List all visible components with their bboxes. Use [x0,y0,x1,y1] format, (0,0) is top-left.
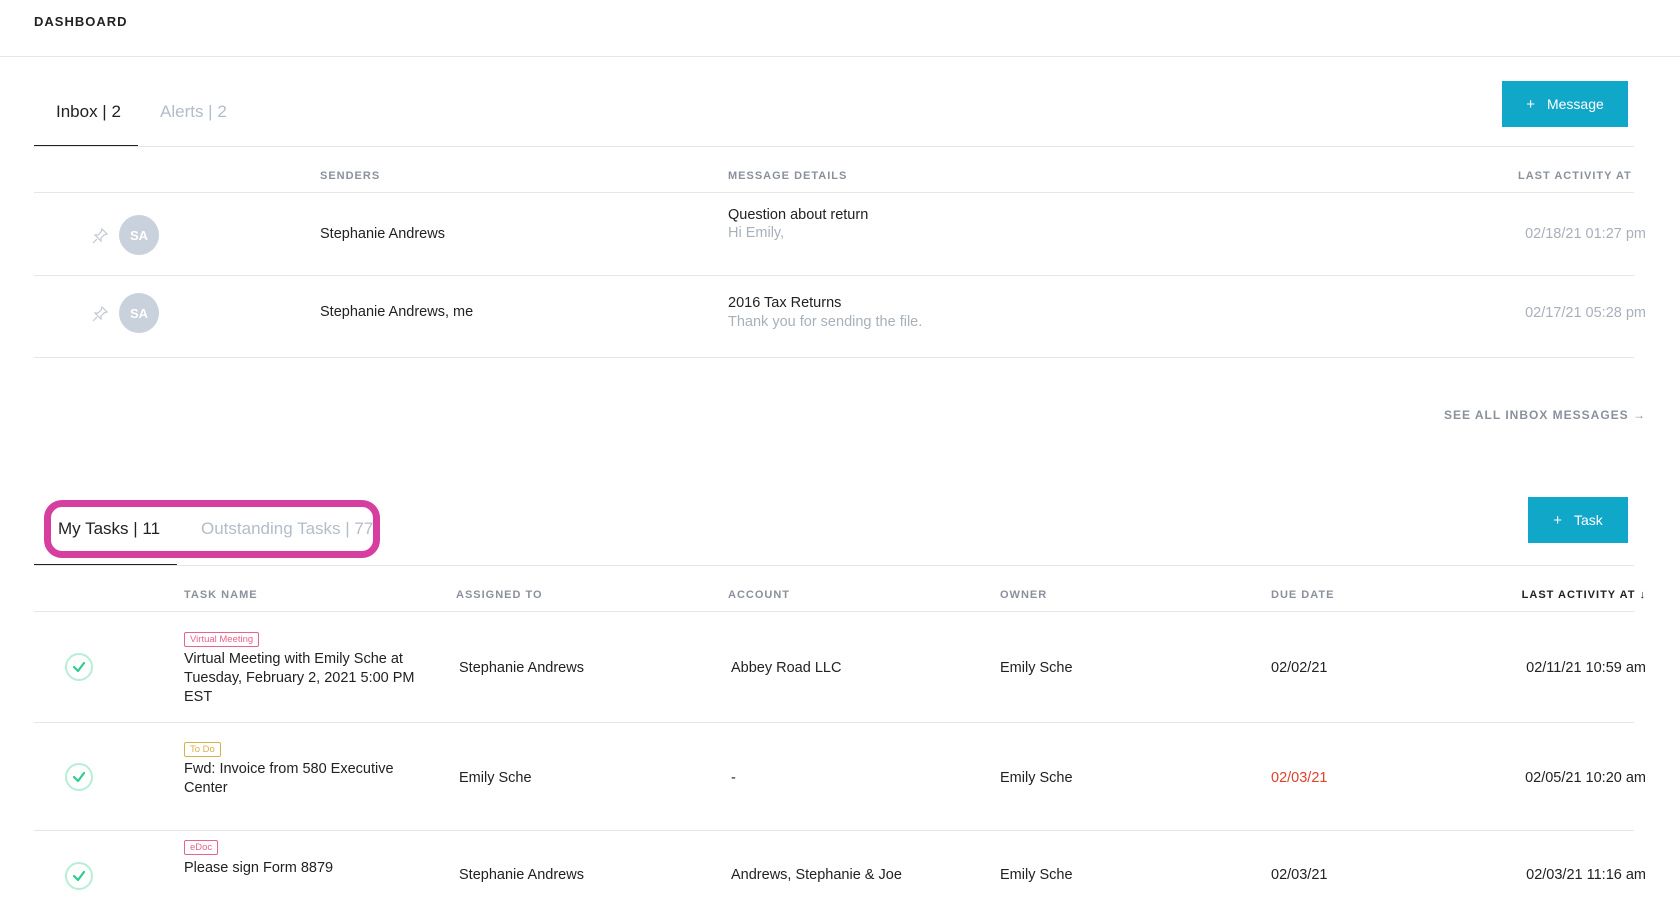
pin-icon[interactable] [92,228,108,244]
col-owner[interactable]: OWNER [1000,589,1047,601]
owner: Emily Sche [1000,867,1073,883]
tab-outstanding-tasks[interactable]: Outstanding Tasks | 77 [201,519,373,539]
due-date-overdue: 02/03/21 [1271,770,1328,786]
col-account[interactable]: ACCOUNT [728,589,790,601]
see-all-inbox-link[interactable]: SEE ALL INBOX MESSAGES → [1444,408,1646,422]
new-task-label: Task [1573,512,1603,528]
divider [34,611,1634,612]
assigned-to: Stephanie Andrews [459,660,584,676]
last-activity: 02/18/21 01:27 pm [1525,226,1646,242]
task-type-badge: eDoc [184,840,219,855]
sender: Stephanie Andrews, me [320,304,474,320]
page-title: DASHBOARD [34,14,128,29]
last-activity: 02/03/21 11:16 am [1526,867,1646,883]
task-name[interactable]: Virtual Meeting with Emily Sche at Tuesd… [184,650,434,707]
divider [34,146,1634,147]
col-message-details[interactable]: MESSAGE DETAILS [728,170,847,182]
owner: Emily Sche [1000,770,1073,786]
complete-check-icon[interactable] [65,763,93,791]
avatar: SA [119,293,159,333]
new-message-label: Message [1546,96,1604,112]
account: Andrews, Stephanie & Joe [731,867,902,883]
last-activity: 02/05/21 10:20 am [1525,770,1646,786]
complete-check-icon[interactable] [65,653,93,681]
task-name[interactable]: Please sign Form 8879 [184,859,434,878]
owner: Emily Sche [1000,660,1073,676]
assigned-to: Stephanie Andrews [459,867,584,883]
divider [34,830,1634,831]
col-task-name[interactable]: TASK NAME [184,589,258,601]
task-type-badge: Virtual Meeting [184,632,260,647]
task-name-line1: Please sign Form 8879 [184,860,334,876]
due-date: 02/02/21 [1271,660,1328,676]
new-message-button[interactable]: + Message [1502,81,1628,127]
divider [34,722,1634,723]
task-name-line2: Center [184,780,228,796]
tab-inbox[interactable]: Inbox | 2 [56,102,121,122]
last-activity: 02/17/21 05:28 pm [1525,305,1646,321]
divider [34,357,1634,358]
sender: Stephanie Andrews [320,226,445,242]
message-preview: Thank you for sending the file. [728,314,923,330]
account: - [731,770,736,786]
divider [34,275,1634,276]
last-activity: 02/11/21 10:59 am [1526,660,1646,676]
message-preview: Hi Emily, [728,225,785,241]
task-name[interactable]: Fwd: Invoice from 580 Executive Center [184,760,434,798]
col-assigned-to[interactable]: ASSIGNED TO [456,589,543,601]
task-name-line1: Virtual Meeting with Emily Sche at [184,651,403,667]
col-due-date[interactable]: DUE DATE [1271,589,1334,601]
tab-alerts[interactable]: Alerts | 2 [160,102,227,122]
plus-icon: + [1553,511,1562,529]
divider [34,565,1634,566]
new-task-button[interactable]: + Task [1528,497,1628,543]
avatar: SA [119,215,159,255]
account: Abbey Road LLC [731,660,842,676]
divider [34,192,1634,193]
complete-check-icon[interactable] [65,862,93,890]
tasks-section: My Tasks | 11 Outstanding Tasks | 77 + T… [34,470,1664,913]
message-subject: Question about return [728,207,869,223]
assigned-to: Emily Sche [459,770,532,786]
plus-icon: + [1526,95,1535,113]
top-bar: DASHBOARD [0,0,1680,57]
tab-my-tasks[interactable]: My Tasks | 11 [58,519,160,539]
col-senders[interactable]: SENDERS [320,170,380,182]
col-last-activity-sorted[interactable]: LAST ACTIVITY AT ↓ [1522,589,1646,601]
task-type-badge: To Do [184,742,221,757]
task-name-line1: Fwd: Invoice from 580 Executive [184,761,394,777]
task-name-line2: Tuesday, February 2, 2021 5:00 PM EST [184,670,415,705]
message-subject: 2016 Tax Returns [728,295,842,311]
col-last-activity[interactable]: LAST ACTIVITY AT [1518,170,1632,182]
due-date: 02/03/21 [1271,867,1328,883]
pin-icon[interactable] [92,306,108,322]
inbox-section: Inbox | 2 Alerts | 2 + Message SENDERS M… [34,56,1664,422]
